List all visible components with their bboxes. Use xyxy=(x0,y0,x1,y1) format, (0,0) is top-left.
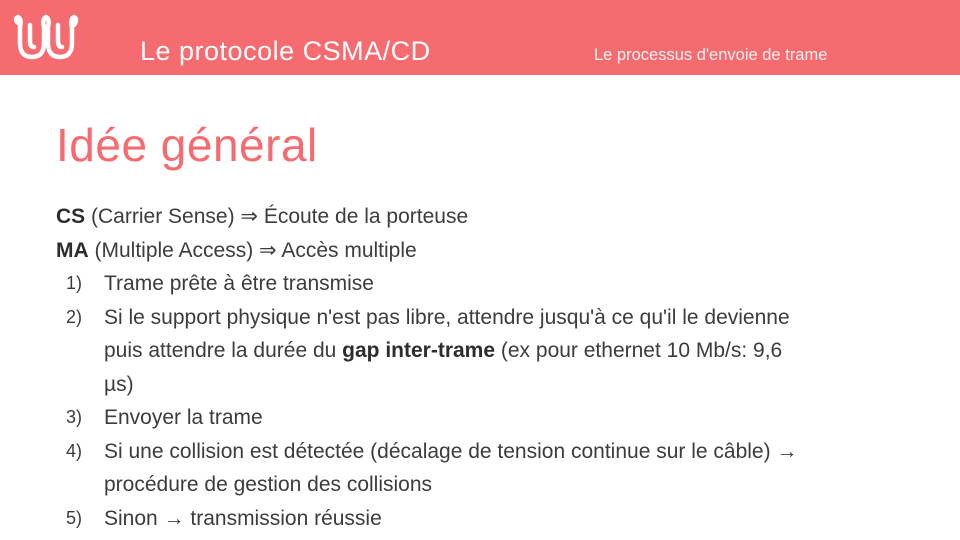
step-text-line2-post: (ex pour ethernet 10 Mb/s: 9,6 xyxy=(495,339,783,362)
header-subtitle: Le processus d'envoie de trame xyxy=(594,46,828,64)
step-number: 5) xyxy=(66,507,83,528)
step-number: 2) xyxy=(66,306,83,327)
wavy-u-logo-icon xyxy=(13,14,79,60)
ma-line: MA (Multiple Access) ⇒ Accès multiple xyxy=(56,234,936,268)
step-text: Sinon → transmission réussie xyxy=(104,506,382,530)
list-item: 1) Trame prête à être transmise xyxy=(56,267,936,301)
list-item: 2) Si le support physique n'est pas libr… xyxy=(56,301,936,402)
step-text: Envoyer la trame xyxy=(104,406,263,429)
step-text-line2: procédure de gestion des collisions xyxy=(104,473,433,496)
header-bar: Le protocole CSMA/CD Le processus d'envo… xyxy=(0,0,960,75)
cs-line: CS (Carrier Sense) ⇒ Écoute de la porteu… xyxy=(56,200,936,234)
header-title: Le protocole CSMA/CD xyxy=(140,36,431,66)
steps-list: 1) Trame prête à être transmise 2) Si le… xyxy=(56,267,936,535)
slide-body: CS (Carrier Sense) ⇒ Écoute de la porteu… xyxy=(56,200,936,535)
list-item: 4) Si une collision est détectée (décala… xyxy=(56,435,936,502)
list-item: 5) Sinon → transmission réussie xyxy=(56,502,936,536)
gap-inter-trame-term: gap inter-trame xyxy=(342,339,496,362)
step-text-line1: Si le support physique n'est pas libre, … xyxy=(104,305,790,329)
step-text-line3: µs) xyxy=(104,372,134,396)
step-number: 3) xyxy=(66,407,83,427)
list-item: 3) Envoyer la trame xyxy=(56,401,936,435)
step-text-line2-pre: puis attendre la durée du xyxy=(104,339,343,362)
cs-description: (Carrier Sense) ⇒ Écoute de la porteuse xyxy=(85,205,469,228)
step-text-line2: puis attendre la durée du gap inter-tram… xyxy=(104,334,936,368)
step-text-line1: Si une collision est détectée (décalage … xyxy=(104,439,798,463)
step-number: 1) xyxy=(66,273,83,293)
step-text: Trame prête à être transmise xyxy=(104,272,374,295)
ma-abbr: MA xyxy=(56,238,89,262)
ma-description: (Multiple Access) ⇒ Accès multiple xyxy=(88,238,417,262)
step-number: 4) xyxy=(66,440,83,461)
cs-abbr: CS xyxy=(56,205,86,228)
slide-title: Idée général xyxy=(56,119,318,171)
